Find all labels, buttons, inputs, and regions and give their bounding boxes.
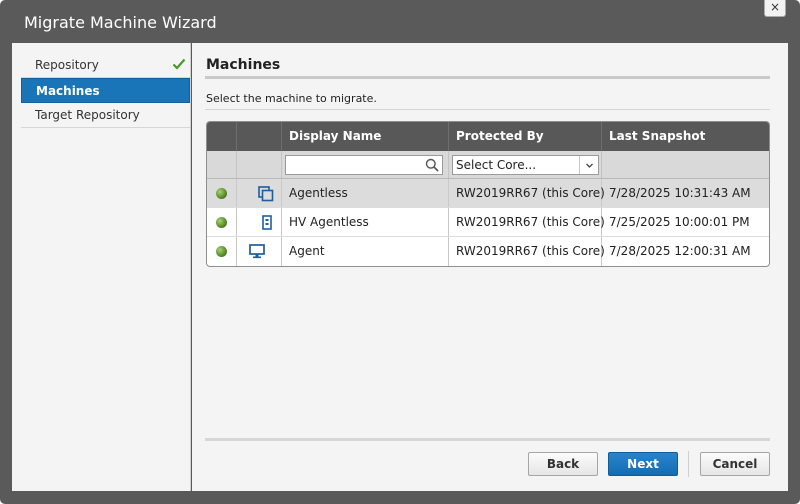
section-title: Machines xyxy=(206,57,281,73)
table-row[interactable]: Agent RW2019RR67 (this Core) 7/28/2025 1… xyxy=(207,237,769,266)
protected-by-cell: RW2019RR67 (this Core) xyxy=(449,179,605,207)
step-label: Repository xyxy=(35,58,99,72)
step-label: Machines xyxy=(36,84,100,98)
title-bar[interactable]: Migrate Machine Wizard × xyxy=(0,0,800,43)
type-cell xyxy=(237,208,282,236)
last-snapshot-cell: 7/28/2025 10:31:43 AM xyxy=(609,186,751,200)
filter-cell-empty xyxy=(602,151,769,178)
name-cell: Agent xyxy=(282,237,449,266)
status-cell xyxy=(207,179,237,207)
status-online-icon xyxy=(216,188,227,199)
grid-filter-row: Select Core... xyxy=(207,151,769,179)
main-panel: Machines Select the machine to migrate. … xyxy=(192,43,788,491)
search-icon[interactable] xyxy=(425,158,439,172)
chevron-down-icon[interactable] xyxy=(579,156,598,174)
column-header-type xyxy=(237,122,282,151)
server-icon xyxy=(262,215,272,230)
table-row[interactable]: Agentless RW2019RR67 (this Core) 7/28/20… xyxy=(207,179,769,208)
close-button[interactable]: × xyxy=(764,0,786,17)
type-cell xyxy=(237,179,282,207)
column-header-display-name[interactable]: Display Name xyxy=(282,122,449,151)
core-select-value: Select Core... xyxy=(456,158,537,172)
filter-cell-name xyxy=(282,151,449,178)
cancel-button[interactable]: Cancel xyxy=(700,452,770,476)
divider xyxy=(205,76,770,79)
window-title: Migrate Machine Wizard xyxy=(24,13,217,32)
agentless-vm-icon xyxy=(258,186,274,202)
monitor-icon xyxy=(249,244,265,259)
column-header-status xyxy=(207,122,237,151)
last-snapshot-cell: 7/25/2025 10:00:01 PM xyxy=(609,215,750,229)
column-header-protected-by[interactable]: Protected By xyxy=(449,122,602,151)
step-repository[interactable]: Repository xyxy=(21,53,190,78)
filter-cell-core: Select Core... xyxy=(449,151,602,178)
back-button[interactable]: Back xyxy=(528,452,598,476)
display-name-search-input[interactable] xyxy=(285,155,443,175)
step-target-repository[interactable]: Target Repository xyxy=(21,103,190,128)
status-online-icon xyxy=(216,217,227,228)
column-header-last-snapshot[interactable]: Last Snapshot xyxy=(602,122,769,151)
wizard-steps-sidebar: Repository Machines Target Repository xyxy=(12,43,191,491)
name-cell: HV Agentless xyxy=(282,208,449,236)
status-online-icon xyxy=(216,246,227,257)
wizard-window: Migrate Machine Wizard × Repository Mach… xyxy=(0,0,800,504)
protected-by-cell: RW2019RR67 (this Core) xyxy=(449,237,605,266)
grid-header-row: Display Name Protected By Last Snapshot xyxy=(207,122,769,151)
divider xyxy=(205,438,770,441)
divider xyxy=(205,109,770,110)
status-cell xyxy=(207,237,237,266)
name-cell: Agentless xyxy=(282,179,449,207)
last-snapshot-cell: 7/28/2025 12:00:31 AM xyxy=(609,244,751,258)
instructions-text: Select the machine to migrate. xyxy=(206,92,377,105)
checkmark-icon xyxy=(172,58,186,70)
type-cell xyxy=(237,237,282,266)
step-label: Target Repository xyxy=(35,108,140,122)
step-machines[interactable]: Machines xyxy=(21,78,190,103)
filter-cell-empty xyxy=(207,151,237,178)
divider xyxy=(688,451,689,477)
filter-cell-empty xyxy=(237,151,282,178)
status-cell xyxy=(207,208,237,236)
machines-grid: Display Name Protected By Last Snapshot xyxy=(206,121,770,267)
table-row[interactable]: HV Agentless RW2019RR67 (this Core) 7/25… xyxy=(207,208,769,237)
protected-by-cell: RW2019RR67 (this Core) xyxy=(449,208,605,236)
core-select[interactable]: Select Core... xyxy=(452,155,599,175)
next-button[interactable]: Next xyxy=(608,452,678,476)
